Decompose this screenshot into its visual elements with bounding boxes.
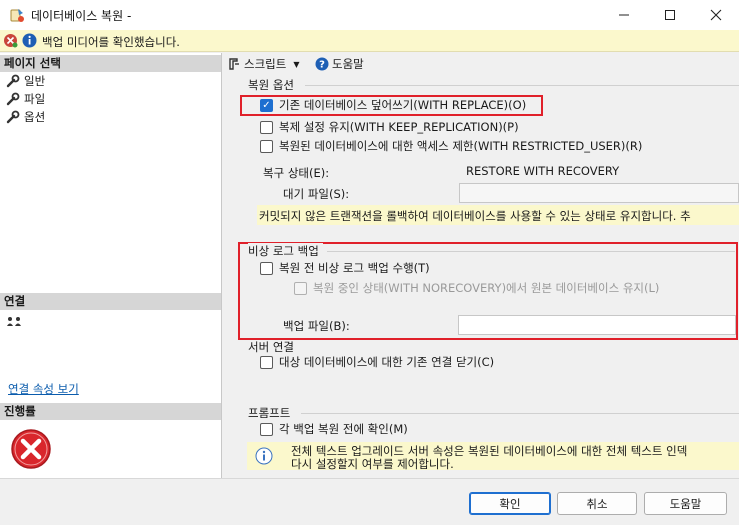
script-button[interactable]: 스크립트 ▼ bbox=[227, 56, 299, 72]
script-icon bbox=[229, 58, 239, 70]
group-divider bbox=[327, 251, 735, 252]
prompt-before-each-label: 각 백업 복원 전에 확인(M) bbox=[279, 422, 408, 436]
keep-replication-checkbox[interactable]: 복제 설정 유지(WITH KEEP_REPLICATION)(P) bbox=[260, 118, 519, 136]
help-dialog-button[interactable]: 도움말 bbox=[644, 492, 727, 515]
left-pane: 페이지 선택 일반 파일 옵션 연결 연결 속성 보기 진행률 bbox=[0, 53, 222, 478]
server-connection-icon bbox=[6, 315, 24, 332]
recovery-note-box: 커밋되지 않은 트랜잭션을 롤백하여 데이터베이스를 사용할 수 있는 상태로 … bbox=[257, 205, 739, 225]
wrench-icon bbox=[6, 110, 20, 124]
help-button[interactable]: ? 도움말 bbox=[315, 56, 364, 72]
overwrite-checkbox[interactable]: ✓ 기존 데이터베이스 덮어쓰기(WITH REPLACE)(O) bbox=[260, 96, 526, 114]
wrench-icon bbox=[6, 74, 20, 88]
checkbox-box[interactable] bbox=[260, 355, 273, 369]
group-divider bbox=[301, 413, 739, 414]
options-pane: 스크립트 ▼ ? 도움말 복원 옵션 ✓ 기존 데이터베이스 덮어쓰기(WITH… bbox=[223, 53, 739, 478]
close-button[interactable] bbox=[693, 0, 739, 30]
svg-text:?: ? bbox=[319, 60, 325, 71]
group-divider bbox=[305, 85, 739, 86]
minimize-icon bbox=[619, 14, 629, 16]
checkbox-box[interactable] bbox=[260, 261, 273, 275]
connection-header: 연결 bbox=[0, 293, 221, 310]
leave-norecovery-checkbox[interactable]: 복원 중인 상태(WITH NORECOVERY)에서 원본 데이터베이스 유지… bbox=[294, 279, 659, 297]
tail-log-backup-label: 복원 전 비상 로그 백업 수행(T) bbox=[279, 261, 430, 275]
backup-file-input[interactable] bbox=[458, 315, 736, 335]
checkbox-box[interactable] bbox=[294, 281, 307, 295]
checkbox-box[interactable] bbox=[260, 139, 273, 153]
maximize-icon bbox=[665, 10, 675, 20]
wrench-icon bbox=[6, 92, 20, 106]
connection-properties-link[interactable]: 연결 속성 보기 bbox=[8, 381, 79, 397]
page-item-label: 일반 bbox=[24, 74, 46, 88]
restore-database-icon bbox=[9, 7, 25, 23]
message-text: 백업 미디어를 확인했습니다. bbox=[42, 35, 180, 49]
standby-file-label: 대기 파일(S): bbox=[283, 187, 350, 201]
info-icon bbox=[255, 447, 273, 468]
recovery-state-label: 복구 상태(E): bbox=[263, 166, 330, 180]
page-item-general[interactable]: 일반 bbox=[6, 72, 45, 90]
close-icon bbox=[710, 9, 722, 21]
title-bar[interactable]: 데이터베이스 복원 - bbox=[0, 0, 739, 30]
recovery-note-text: 커밋되지 않은 트랜잭션을 롤백하여 데이터베이스를 사용할 수 있는 상태로 … bbox=[259, 209, 691, 223]
message-bar: 백업 미디어를 확인했습니다. bbox=[0, 30, 739, 52]
ok-button[interactable]: 확인 bbox=[469, 492, 551, 515]
help-label: 도움말 bbox=[332, 57, 364, 71]
page-select-header: 페이지 선택 bbox=[0, 55, 221, 72]
minimize-button[interactable] bbox=[601, 0, 647, 30]
standby-file-input[interactable] bbox=[459, 183, 739, 203]
script-label: 스크립트 bbox=[244, 57, 287, 71]
dismiss-message-icon[interactable] bbox=[3, 33, 18, 51]
page-item-label: 파일 bbox=[24, 92, 46, 106]
fulltext-note-box: 전체 텍스트 업그레이드 서버 속성은 복원된 데이터베이스에 대한 전체 텍스… bbox=[247, 442, 739, 471]
maximize-button[interactable] bbox=[647, 0, 693, 30]
checkbox-box[interactable]: ✓ bbox=[260, 98, 273, 112]
tail-log-group-label: 비상 로그 백업 bbox=[248, 243, 323, 259]
progress-header: 진행률 bbox=[0, 403, 221, 420]
prompt-before-each-checkbox[interactable]: 각 백업 복원 전에 확인(M) bbox=[260, 420, 408, 438]
overwrite-label: 기존 데이터베이스 덮어쓰기(WITH REPLACE)(O) bbox=[279, 98, 527, 112]
toolbar: 스크립트 ▼ ? 도움말 bbox=[223, 53, 739, 75]
checkbox-box[interactable] bbox=[260, 120, 273, 134]
dialog-button-bar: 확인 취소 도움말 bbox=[0, 478, 739, 525]
restricted-user-checkbox[interactable]: 복원된 데이터베이스에 대한 액세스 제한(WITH RESTRICTED_US… bbox=[260, 137, 642, 155]
restricted-user-label: 복원된 데이터베이스에 대한 액세스 제한(WITH RESTRICTED_US… bbox=[279, 139, 643, 153]
recovery-state-select[interactable]: RESTORE WITH RECOVERY bbox=[459, 161, 739, 181]
error-icon bbox=[10, 428, 52, 473]
page-item-options[interactable]: 옵션 bbox=[6, 108, 45, 126]
tail-log-backup-checkbox[interactable]: 복원 전 비상 로그 백업 수행(T) bbox=[260, 259, 430, 277]
restore-options-group-label: 복원 옵션 bbox=[248, 78, 294, 92]
window-title: 데이터베이스 복원 - bbox=[31, 9, 132, 23]
leave-norecovery-label: 복원 중인 상태(WITH NORECOVERY)에서 원본 데이터베이스 유지… bbox=[313, 281, 660, 295]
checkbox-box[interactable] bbox=[260, 422, 273, 436]
help-icon: ? bbox=[315, 57, 329, 71]
close-connections-checkbox[interactable]: 대상 데이터베이스에 대한 기존 연결 닫기(C) bbox=[260, 353, 494, 371]
page-item-files[interactable]: 파일 bbox=[6, 90, 45, 108]
fulltext-note-line2: 다시 설정할지 여부를 제어합니다. bbox=[291, 457, 454, 471]
prompt-group-label: 프롬프트 bbox=[248, 406, 291, 420]
backup-file-label: 백업 파일(B): bbox=[283, 319, 350, 333]
cancel-button[interactable]: 취소 bbox=[557, 492, 637, 515]
keep-replication-label: 복제 설정 유지(WITH KEEP_REPLICATION)(P) bbox=[279, 120, 519, 134]
chevron-down-icon[interactable]: ▼ bbox=[293, 60, 299, 69]
info-icon bbox=[22, 33, 37, 51]
page-item-label: 옵션 bbox=[24, 110, 46, 124]
close-connections-label: 대상 데이터베이스에 대한 기존 연결 닫기(C) bbox=[279, 355, 495, 369]
